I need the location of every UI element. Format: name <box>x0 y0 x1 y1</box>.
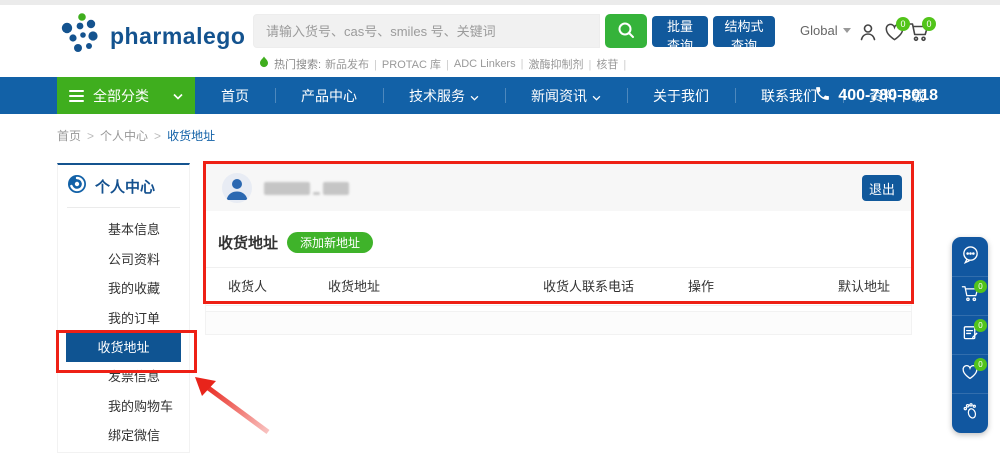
sidebar-item-my-cart[interactable]: 我的购物车 <box>58 392 189 422</box>
chevron-down-icon <box>843 28 851 33</box>
hot-search-item[interactable]: ADC Linkers <box>454 58 529 70</box>
sidebar-item-shipping-address[interactable]: 收货地址 <box>66 333 181 362</box>
nav-item-about[interactable]: 关于我们 <box>627 77 735 114</box>
sidebar-item-bind-wechat[interactable]: 绑定微信 <box>58 421 189 451</box>
breadcrumb-current: 收货地址 <box>167 127 215 144</box>
logout-button[interactable]: 退出 <box>862 175 902 201</box>
logo[interactable]: pharmalego <box>58 11 245 62</box>
shipping-address-panel: 退出 收货地址 添加新地址 收货人 收货地址 收货人联系电话 操作 默认地址 <box>205 164 912 335</box>
inquiry-list-button[interactable]: 0 <box>952 315 988 354</box>
col-default: 默认地址 <box>838 276 890 295</box>
nav-item-news[interactable]: 新闻资讯 <box>505 77 627 114</box>
search-icon <box>617 21 635 42</box>
breadcrumb: 首页 > 个人中心 > 收货地址 <box>57 127 215 144</box>
floating-toolbar: 0 0 0 <box>952 237 988 433</box>
hot-search-item[interactable]: 新品发布 <box>325 56 382 72</box>
all-categories-button[interactable]: 全部分类 <box>57 77 195 114</box>
sidebar-item-basic-info[interactable]: 基本信息 <box>58 215 189 245</box>
avatar <box>222 173 252 203</box>
username-redacted <box>264 182 349 195</box>
browse-history-button[interactable] <box>952 393 988 432</box>
all-categories-label: 全部分类 <box>93 86 173 106</box>
sidebar-menu: 基本信息 公司资料 我的收藏 我的订单 收货地址 发票信息 我的购物车 绑定微信 <box>58 208 189 451</box>
hot-search-item[interactable]: 核苷 <box>596 56 631 72</box>
favorites-count-badge: 0 <box>896 17 910 31</box>
global-label: Global <box>800 23 838 38</box>
breadcrumb-separator: > <box>87 129 94 143</box>
personal-center-icon <box>67 174 87 199</box>
sidebar-title: 个人中心 <box>95 176 155 197</box>
inquiry-count-badge: 0 <box>974 319 987 332</box>
nav-item-tech-services[interactable]: 技术服务 <box>383 77 505 114</box>
sidebar-item-my-favorites[interactable]: 我的收藏 <box>58 274 189 304</box>
col-phone: 收货人联系电话 <box>543 276 688 295</box>
flame-icon <box>258 56 270 72</box>
account-icon[interactable] <box>858 22 878 47</box>
hot-search-item[interactable]: 激酶抑制剂 <box>528 56 596 72</box>
favorites-button[interactable]: 0 <box>952 354 988 393</box>
batch-query-button[interactable]: 批量查询 <box>652 16 708 47</box>
chevron-down-icon <box>470 88 479 104</box>
col-address: 收货地址 <box>328 276 543 295</box>
sidebar-item-invoice-info[interactable]: 发票信息 <box>58 362 189 392</box>
annotation-arrow <box>180 360 290 450</box>
footprint-icon <box>962 402 979 425</box>
col-actions: 操作 <box>688 276 838 295</box>
address-table-header: 收货人 收货地址 收货人联系电话 操作 默认地址 <box>206 267 911 306</box>
breadcrumb-separator: > <box>154 129 161 143</box>
cart-count-badge: 0 <box>974 280 987 293</box>
hot-search-label: 热门搜索: <box>274 56 321 72</box>
hot-search-row: 热门搜索: 新品发布 PROTAC 库 ADC Linkers 激酶抑制剂 核苷 <box>258 56 631 72</box>
favorites-count-badge: 0 <box>974 358 987 371</box>
logo-text: pharmalego <box>110 23 245 50</box>
sidebar-header: 个人中心 <box>58 165 189 207</box>
cart-button[interactable]: 0 <box>952 276 988 315</box>
service-phone: 400-780-8018 <box>814 77 938 114</box>
nav-item-products[interactable]: 产品中心 <box>275 77 383 114</box>
page: pharmalego 批量查询 结构式查询 Global <box>0 0 1000 453</box>
chevron-down-icon <box>592 88 601 104</box>
section-header: 收货地址 添加新地址 <box>218 232 911 253</box>
nav-item-home[interactable]: 首页 <box>195 77 275 114</box>
chevron-down-icon <box>173 87 183 105</box>
chat-icon <box>961 245 980 269</box>
personal-center-sidebar: 个人中心 基本信息 公司资料 我的收藏 我的订单 收货地址 发票信息 我的购物车… <box>57 163 190 453</box>
sidebar-item-company-info[interactable]: 公司资料 <box>58 245 189 275</box>
section-title: 收货地址 <box>218 232 278 253</box>
global-language-dropdown[interactable]: Global <box>800 23 851 38</box>
breadcrumb-home[interactable]: 首页 <box>57 127 81 144</box>
breadcrumb-personal-center[interactable]: 个人中心 <box>100 127 148 144</box>
col-consignee: 收货人 <box>228 276 328 295</box>
phone-number: 400-780-8018 <box>838 87 938 105</box>
main-nav: 全部分类 首页 产品中心 技术服务 新闻资讯 关于我们 联系我们 资料下载 <box>0 77 1000 114</box>
structure-query-button[interactable]: 结构式查询 <box>713 16 775 47</box>
search-input[interactable] <box>253 14 600 48</box>
hot-search-item[interactable]: PROTAC 库 <box>382 56 454 72</box>
search-bar <box>253 14 647 48</box>
molecule-logo-icon <box>58 11 102 62</box>
add-address-button[interactable]: 添加新地址 <box>287 232 373 253</box>
sidebar-item-my-orders[interactable]: 我的订单 <box>58 304 189 334</box>
search-button[interactable] <box>605 14 647 48</box>
hamburger-icon <box>69 87 84 105</box>
phone-icon <box>814 85 831 107</box>
cart-count-badge: 0 <box>922 17 936 31</box>
user-info-row: 退出 <box>206 165 911 211</box>
header: pharmalego 批量查询 结构式查询 Global <box>0 5 1000 68</box>
customer-service-button[interactable] <box>952 237 988 276</box>
empty-list-strip <box>205 311 912 335</box>
